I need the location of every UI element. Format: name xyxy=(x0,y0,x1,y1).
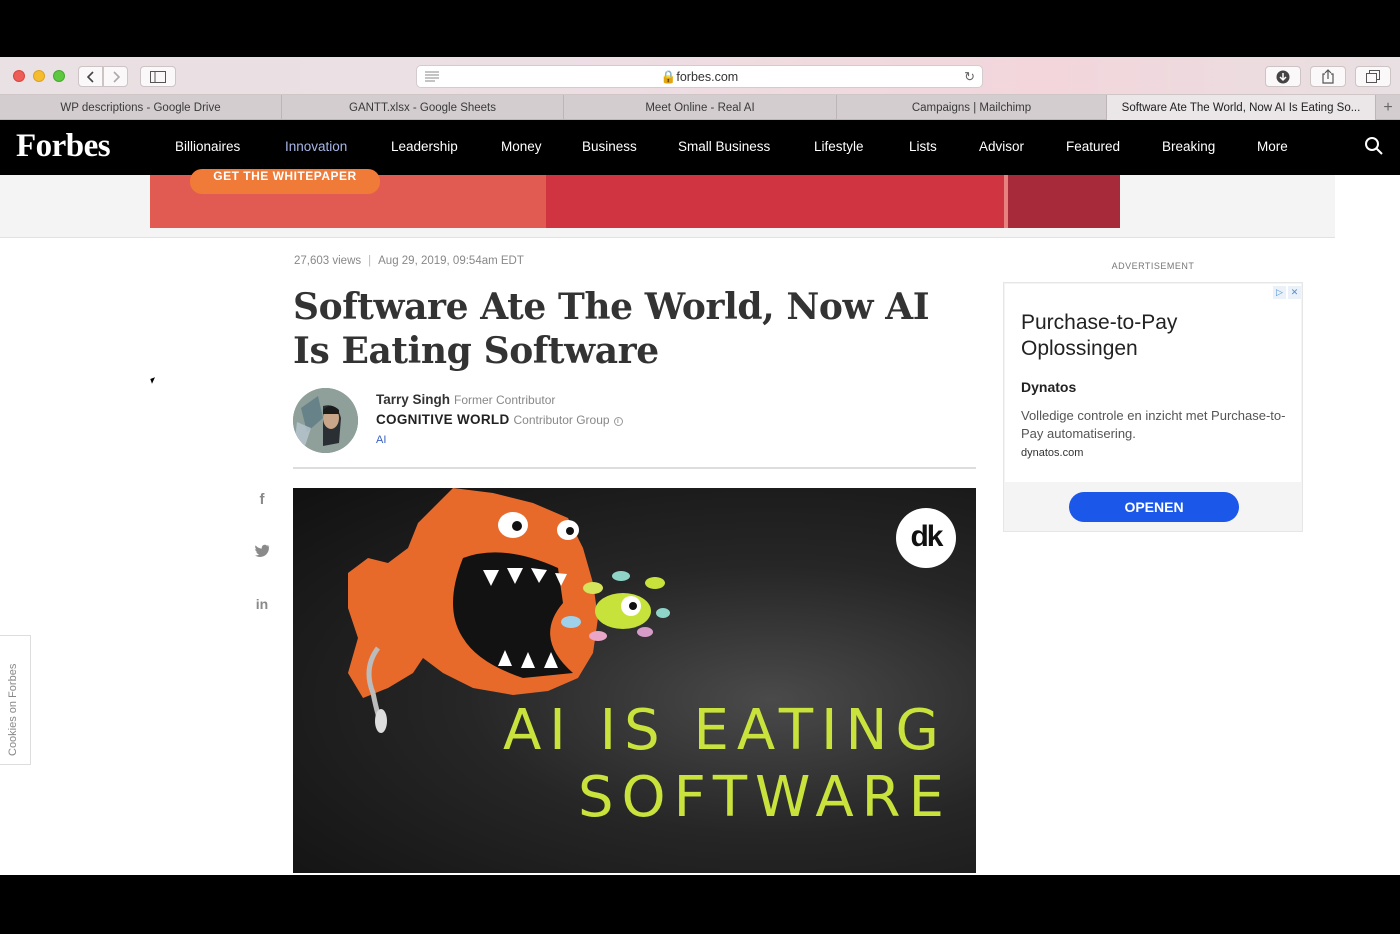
forbes-logo[interactable]: Forbes xyxy=(16,128,111,165)
linkedin-share-icon[interactable]: in xyxy=(254,596,270,612)
chevron-right-icon xyxy=(112,70,120,83)
nav-innovation[interactable]: Innovation xyxy=(285,139,347,154)
zoom-window-button[interactable] xyxy=(53,70,65,82)
nav-money[interactable]: Money xyxy=(501,139,542,154)
whitepaper-button[interactable]: GET THE WHITEPAPER xyxy=(190,169,380,194)
nav-featured[interactable]: Featured xyxy=(1066,139,1120,154)
author-divider xyxy=(293,467,976,469)
browser-window: 🔒forbes.com ↻ WP descriptions - Google D… xyxy=(0,57,1400,875)
tab-label: GANTT.xlsx - Google Sheets xyxy=(349,101,496,114)
sidebar-ad-content[interactable]: ▷ ✕ Purchase-to-Pay Oplossingen Dynatos V… xyxy=(1005,284,1301,482)
author-portrait xyxy=(293,388,358,453)
top-ad-banner[interactable]: GET THE WHITEPAPER xyxy=(150,169,1120,228)
advertisement-label: ADVERTISEMENT xyxy=(1111,261,1195,271)
ad-brand[interactable]: Dynatos xyxy=(1021,379,1076,395)
chevron-left-icon xyxy=(86,70,94,83)
tab-label: Software Ate The World, Now AI Is Eating… xyxy=(1121,101,1361,114)
facebook-share-icon[interactable]: f xyxy=(254,491,270,508)
lock-icon: 🔒 xyxy=(660,70,677,84)
nav-lifestyle[interactable]: Lifestyle xyxy=(814,139,864,154)
download-icon xyxy=(1276,70,1290,83)
sidebar-toggle-button[interactable] xyxy=(140,66,176,87)
ad-choices[interactable]: ▷ ✕ xyxy=(1273,286,1301,299)
nav-lists[interactable]: Lists xyxy=(909,139,937,154)
ad-open-button[interactable]: OPENEN xyxy=(1069,492,1239,522)
search-icon[interactable] xyxy=(1364,136,1384,156)
author-role: Former Contributor xyxy=(454,393,556,407)
publish-date: Aug 29, 2019, 09:54am EDT xyxy=(378,255,524,267)
nav-more[interactable]: More xyxy=(1257,139,1288,154)
ad-title[interactable]: Purchase-to-Pay Oplossingen xyxy=(1021,310,1291,362)
author-avatar[interactable] xyxy=(293,388,358,453)
twitter-icon xyxy=(255,544,270,558)
nav-advisor[interactable]: Advisor xyxy=(979,139,1024,154)
contributor-group-name[interactable]: COGNITIVE WORLD xyxy=(376,412,510,427)
ad-domain[interactable]: dynatos.com xyxy=(1021,447,1083,459)
tab-label: Campaigns | Mailchimp xyxy=(911,101,1032,114)
nav-billionaires[interactable]: Billionaires xyxy=(175,139,240,154)
tab-gantt[interactable]: GANTT.xlsx - Google Sheets xyxy=(282,95,564,120)
adchoices-icon[interactable]: ▷ xyxy=(1273,286,1286,299)
group-line: COGNITIVE WORLD Contributor Group i xyxy=(376,412,623,427)
ad-description: Volledige controle en inzicht met Purcha… xyxy=(1021,408,1286,441)
tab-label: WP descriptions - Google Drive xyxy=(60,101,221,114)
screen: 🔒forbes.com ↻ WP descriptions - Google D… xyxy=(0,0,1400,934)
site-navigation: Forbes Billionaires Innovation Leadershi… xyxy=(0,120,1400,175)
new-tab-button[interactable]: + xyxy=(1376,95,1400,120)
nav-business[interactable]: Business xyxy=(582,139,637,154)
plus-icon: + xyxy=(1383,98,1393,116)
view-count: 27,603 views xyxy=(294,255,362,267)
tab-meet-online[interactable]: Meet Online - Real AI xyxy=(564,95,837,120)
show-tabs-button[interactable] xyxy=(1355,66,1391,87)
topic-link[interactable]: AI xyxy=(376,434,386,446)
share-icon xyxy=(1322,69,1334,84)
author-line: Tarry Singh Former Contributor xyxy=(376,392,555,407)
nav-breaking[interactable]: Breaking xyxy=(1162,139,1215,154)
share-button[interactable] xyxy=(1310,66,1346,87)
address-bar[interactable]: 🔒forbes.com ↻ xyxy=(416,65,983,88)
browser-toolbar: 🔒forbes.com ↻ xyxy=(0,57,1400,95)
tab-forbes-article[interactable]: Software Ate The World, Now AI Is Eating… xyxy=(1107,95,1376,120)
forward-button[interactable] xyxy=(103,66,128,87)
group-role: Contributor Group xyxy=(513,413,610,427)
mouse-cursor xyxy=(150,377,157,384)
twitter-share-button[interactable] xyxy=(254,544,270,560)
author-name[interactable]: Tarry Singh xyxy=(376,392,450,407)
cookie-tab-label: Cookies on Forbes xyxy=(7,663,19,756)
tab-label: Meet Online - Real AI xyxy=(645,101,755,114)
cookie-tab[interactable]: Cookies on Forbes xyxy=(0,635,31,765)
top-ad-area: GET THE WHITEPAPER xyxy=(0,169,1335,238)
tab-bar: WP descriptions - Google Drive GANTT.xls… xyxy=(0,95,1400,120)
reload-icon[interactable]: ↻ xyxy=(964,69,975,85)
sidebar-icon xyxy=(150,70,166,83)
article-meta: 27,603 views | Aug 29, 2019, 09:54am EDT xyxy=(294,255,524,267)
hero-text-line2: SOFTWARE xyxy=(578,765,952,830)
nav-leadership[interactable]: Leadership xyxy=(391,139,458,154)
close-window-button[interactable] xyxy=(13,70,25,82)
tabs-overview-icon xyxy=(1366,70,1380,83)
info-icon[interactable]: i xyxy=(613,417,623,426)
hero-text-line1: AI IS EATING xyxy=(503,698,947,763)
meta-separator: | xyxy=(368,255,372,267)
tab-campaigns[interactable]: Campaigns | Mailchimp xyxy=(837,95,1107,120)
dk-logo: dk xyxy=(896,508,956,568)
sidebar-ad[interactable]: ▷ ✕ Purchase-to-Pay Oplossingen Dynatos V… xyxy=(1003,282,1303,532)
article-title: Software Ate The World, Now AI Is Eating… xyxy=(293,286,930,372)
hero-image: dk AI IS EATING SOFTWARE xyxy=(293,488,976,873)
nav-small-business[interactable]: Small Business xyxy=(678,139,770,154)
back-button[interactable] xyxy=(78,66,103,87)
tab-wp-descriptions[interactable]: WP descriptions - Google Drive xyxy=(0,95,282,120)
minimize-window-button[interactable] xyxy=(33,70,45,82)
address-text: forbes.com xyxy=(676,70,739,84)
close-ad-icon[interactable]: ✕ xyxy=(1288,286,1301,299)
downloads-button[interactable] xyxy=(1265,66,1301,87)
